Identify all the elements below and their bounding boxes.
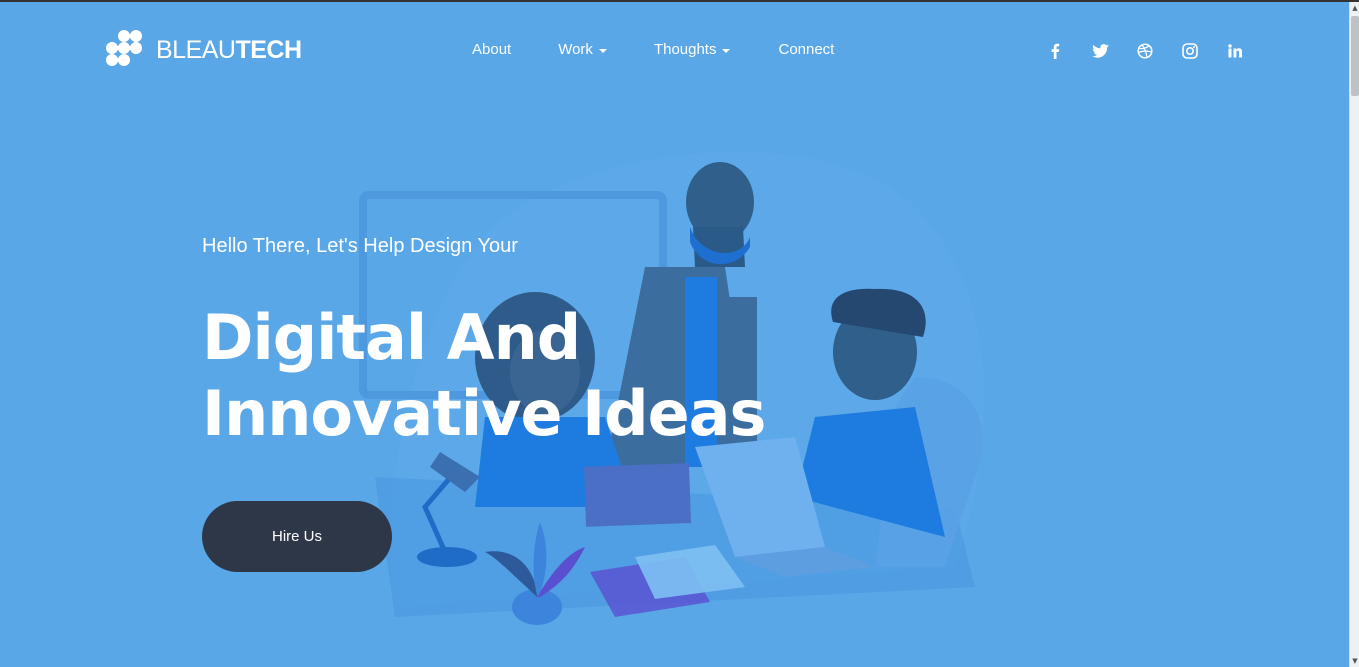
dribbble-icon[interactable] [1136, 41, 1154, 61]
brand-name: BLEAUTECH [156, 36, 302, 65]
landing-page: BLEAUTECH About Work Thoughts Connect He… [0, 2, 1349, 667]
hero-title-line2: Innovative Ideas [202, 377, 766, 450]
social-links [1046, 41, 1244, 61]
scroll-thumb[interactable] [1351, 16, 1359, 96]
hero-title-line1: Digital And [202, 301, 581, 374]
facebook-icon[interactable] [1046, 41, 1064, 61]
twitter-icon[interactable] [1091, 41, 1109, 61]
nav-about-label: About [472, 41, 512, 58]
nav-dropdown-thoughts[interactable]: Thoughts [654, 41, 731, 58]
hire-us-button[interactable]: Hire Us [202, 501, 392, 572]
caret-down-icon [598, 48, 607, 53]
nav-thoughts-label: Thoughts [653, 41, 717, 58]
brand-name-light: BLEAU [156, 35, 236, 64]
nav-connect-label: Connect [778, 41, 835, 58]
instagram-icon[interactable] [1181, 41, 1199, 61]
brand-logo[interactable]: BLEAUTECH [104, 28, 302, 72]
hero-subtitle: Hello There, Let's Help Design Your [202, 235, 518, 257]
nav-work-label: Work [558, 41, 593, 58]
linkedin-icon[interactable] [1226, 41, 1244, 61]
nav-link-connect[interactable]: Connect [778, 41, 834, 58]
scroll-up-arrow-icon[interactable]: ▲ [1350, 2, 1359, 14]
main-nav: About Work Thoughts Connect [472, 41, 834, 58]
logo-mark-icon [106, 30, 142, 66]
nav-dropdown-work[interactable]: Work [558, 41, 607, 58]
nav-link-about[interactable]: About [472, 41, 511, 58]
caret-down-icon [722, 48, 731, 53]
page-scrollbar[interactable]: ▲ ▼ [1349, 2, 1359, 667]
scroll-down-arrow-icon[interactable]: ▼ [1350, 655, 1359, 667]
hero-title: Digital And Innovative Ideas [202, 300, 766, 452]
brand-name-bold: TECH [235, 35, 302, 64]
